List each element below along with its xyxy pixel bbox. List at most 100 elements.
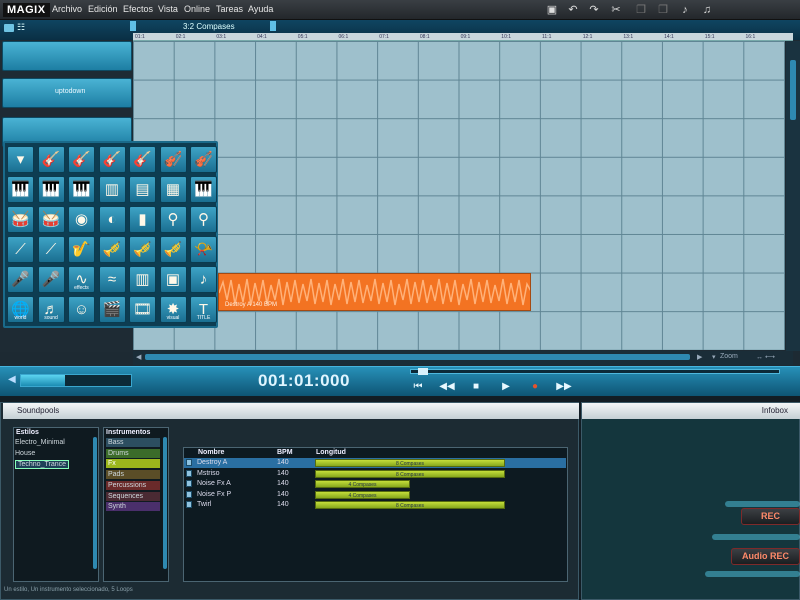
organ-icon[interactable]: ▥ (98, 176, 126, 203)
menu-tareas[interactable]: Tareas (216, 4, 243, 14)
horn-icon[interactable]: 📯 (190, 236, 217, 263)
cymbal-icon[interactable]: ◐ (98, 206, 126, 233)
visual-icon[interactable]: ✸ visual (159, 296, 187, 323)
cello-icon[interactable]: 🎻 (190, 146, 217, 173)
rewind-icon[interactable]: ◀◀ (439, 381, 455, 393)
wave-icon[interactable]: ≈ (98, 266, 126, 293)
fast-forward-icon[interactable]: ▶▶ (556, 381, 572, 393)
harmonium-icon[interactable]: ▤ (129, 176, 156, 203)
electric-guitar-icon[interactable]: 🎸 (68, 146, 95, 173)
instrumento-item[interactable]: Fx (106, 459, 160, 469)
crowd-icon[interactable]: ☺ (68, 296, 95, 323)
table-row[interactable]: Noise Fx P 140 4 Compases (184, 490, 566, 500)
effects-icon[interactable]: ∿ effects (68, 266, 95, 293)
accordion-icon[interactable]: ▦ (159, 176, 187, 203)
table-row[interactable]: Destroy A 140 8 Compases (184, 458, 566, 468)
audio-file-icon[interactable] (186, 459, 192, 466)
scroll-left-icon[interactable]: ◀ (136, 353, 141, 361)
instrumento-item[interactable]: Synth (106, 502, 160, 512)
redo-icon[interactable]: ↷ (587, 3, 601, 17)
instrumento-item[interactable]: Drums (106, 448, 160, 458)
infobox-tab[interactable]: Infobox (582, 403, 800, 419)
bass-guitar-icon[interactable]: 🎸 (98, 146, 126, 173)
flute-icon[interactable]: ⟋ (7, 236, 34, 263)
clapper-icon[interactable]: 🎬 (98, 296, 126, 323)
table-row[interactable]: Noise Fx A 140 4 Compases (184, 479, 566, 489)
vertical-scroll-thumb[interactable] (790, 60, 796, 120)
col-bpm[interactable]: BPM (277, 449, 293, 456)
clarinet-icon[interactable]: ⟋ (37, 236, 65, 263)
menu-vista[interactable]: Vista (158, 4, 178, 14)
audio-file-icon[interactable] (186, 469, 192, 477)
electric-bass-icon[interactable]: 🎸 (129, 146, 156, 173)
audio-file-icon[interactable] (186, 480, 192, 487)
menu-efectos[interactable]: Efectos (123, 4, 153, 14)
position-bar[interactable] (410, 369, 780, 374)
track-head-2[interactable]: uptodown (2, 78, 132, 108)
mixer-icon[interactable]: ▥ (129, 266, 156, 293)
bongos-icon[interactable]: ▮ (129, 206, 156, 233)
title-icon[interactable]: T TITLE (190, 296, 217, 323)
col-nombre[interactable]: Nombre (198, 449, 224, 456)
zoom-icon[interactable]: ▾ (712, 353, 716, 361)
drum-kit-icon[interactable]: 🥁 (7, 206, 34, 233)
note-icon[interactable]: ♪ (190, 266, 217, 293)
microphone-icon[interactable]: 🎤 (7, 266, 34, 293)
menu-ayuda[interactable]: Ayuda (248, 4, 273, 14)
bass-drum-icon[interactable]: ◉ (68, 206, 95, 233)
range-end-marker[interactable] (270, 21, 276, 31)
estilo-item[interactable]: Techno_Trance (15, 460, 69, 469)
maraca-icon[interactable]: ⚲ (159, 206, 187, 233)
instrumento-item[interactable]: Percussions (106, 480, 160, 490)
sound-icon[interactable]: ♬ sound (37, 296, 65, 323)
zoom-arrows-icon[interactable]: ↔ ⟷ (756, 353, 775, 361)
view-toggle-icon[interactable] (4, 24, 14, 32)
instrumento-item[interactable]: Sequences (106, 491, 160, 501)
film-icon[interactable]: 🎞 (129, 296, 156, 323)
track-head-1[interactable] (2, 41, 132, 71)
snare-drum-icon[interactable]: 🥁 (37, 206, 65, 233)
notes-icon[interactable]: ♫ (700, 3, 714, 17)
to-start-icon[interactable]: ⏮ (410, 381, 426, 393)
menu-archivo[interactable]: Archivo (52, 4, 82, 14)
estilo-item[interactable]: Electro_Minimal (15, 439, 65, 446)
menu-online[interactable]: Online (184, 4, 210, 14)
estilo-item[interactable]: House (15, 450, 35, 457)
table-row[interactable]: Mstriso 140 8 Compases (184, 469, 566, 479)
scissors-icon[interactable]: ✂ (609, 3, 623, 17)
keyboard-icon[interactable]: 🎹 (37, 176, 65, 203)
scroll-right-icon[interactable]: ▶ (697, 353, 702, 361)
soundpools-tab[interactable]: Soundpools (3, 403, 579, 419)
audio-rec-button[interactable]: Audio REC (731, 548, 800, 565)
col-longitud[interactable]: Longitud (316, 449, 346, 456)
note-icon[interactable]: ♪ (678, 3, 692, 17)
dropdown-arrow-icon[interactable]: ▾ (7, 146, 34, 173)
speaker-icon[interactable]: ◀ (8, 374, 16, 385)
mic-pop-icon[interactable]: 🎤 (37, 266, 65, 293)
stop-icon[interactable]: ■ (468, 381, 484, 393)
world-icon[interactable]: 🌐 world (7, 296, 34, 323)
play-icon[interactable]: ▶ (498, 381, 514, 393)
range-start-marker[interactable] (130, 21, 136, 31)
violin-icon[interactable]: 🎻 (159, 146, 187, 173)
trumpet-icon[interactable]: 🎺 (98, 236, 126, 263)
table-row[interactable]: Twirl 140 8 Compases (184, 500, 566, 510)
instrumento-item[interactable]: Bass (106, 438, 160, 447)
instrumento-item[interactable]: Pads (106, 470, 160, 480)
guitar-icon[interactable]: 🎸 (37, 146, 65, 173)
save-icon[interactable]: ▣ (545, 3, 559, 17)
tuba-icon[interactable]: 🎺 (129, 236, 156, 263)
instrumentos-scrollbar[interactable] (163, 437, 167, 569)
audio-clip[interactable]: Destroy A 140 BPM (218, 273, 531, 311)
paste-icon[interactable]: ❐ (656, 3, 670, 17)
menu-edicion[interactable]: Edición (88, 4, 118, 14)
audio-file-icon[interactable] (186, 501, 192, 508)
trombone-icon[interactable]: 🎺 (159, 236, 187, 263)
undo-icon[interactable]: ↶ (566, 3, 580, 17)
sampler-icon[interactable]: ▣ (159, 266, 187, 293)
copy-icon[interactable]: ❐ (634, 3, 648, 17)
shaker-icon[interactable]: ⚲ (190, 206, 217, 233)
record-icon[interactable]: ● (527, 381, 543, 393)
saxophone-icon[interactable]: 🎷 (68, 236, 95, 263)
estilos-scrollbar[interactable] (93, 437, 97, 569)
